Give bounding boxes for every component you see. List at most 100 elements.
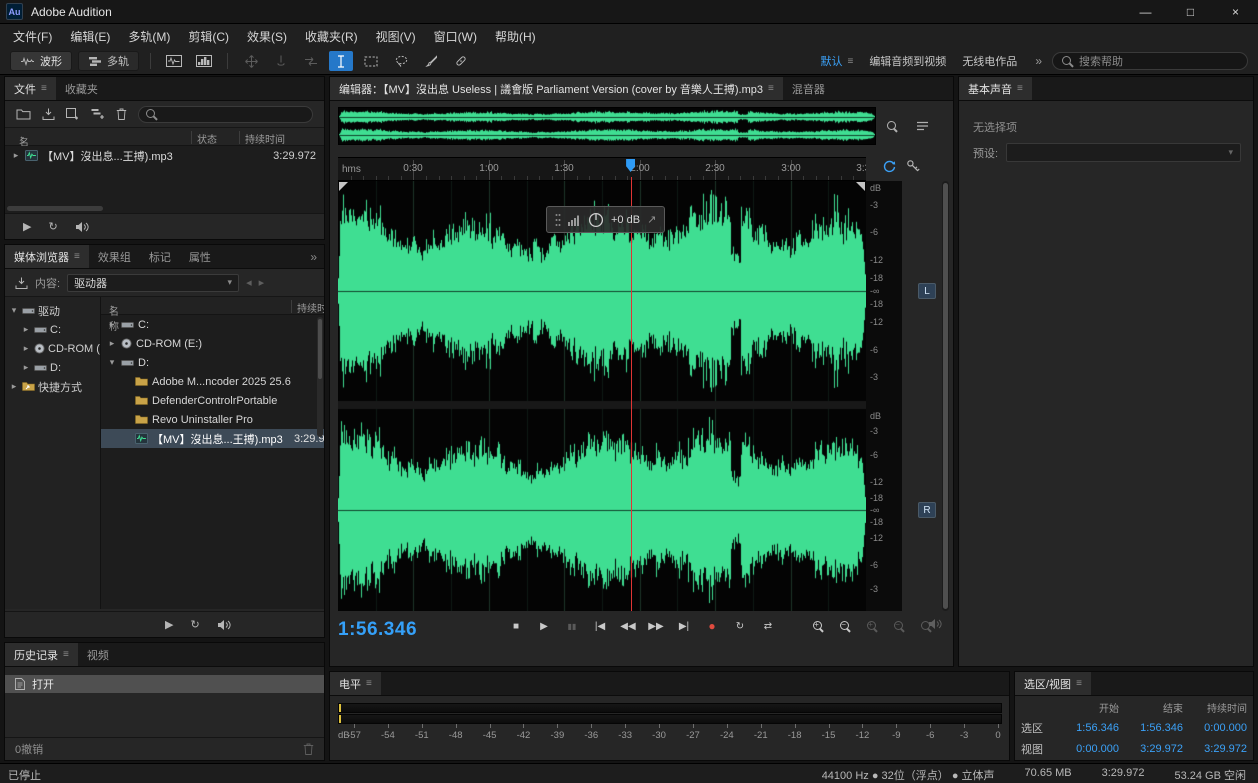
workspace-overflow-icon[interactable]: » (1029, 54, 1048, 68)
column-duration[interactable]: 持续时间 (297, 300, 324, 315)
collapse-icon[interactable]: ▸ (11, 150, 21, 161)
loop-playback-button[interactable]: ↻ (730, 617, 750, 635)
column-status[interactable]: 状态 (197, 131, 217, 146)
minimize-button[interactable]: — (1123, 0, 1168, 23)
tab-levels[interactable]: 电平 ≡ (330, 672, 381, 695)
hud-detach-icon[interactable]: ↗ (647, 213, 656, 226)
time-value[interactable]: 3:29.972 (1183, 743, 1247, 755)
preview-loop-button[interactable]: ↻ (48, 220, 57, 233)
workspace-tab[interactable]: 默认≡ (812, 53, 861, 69)
zoom-out-point-button[interactable]: − (889, 617, 909, 635)
menu-item[interactable]: 效果(S) (238, 25, 296, 48)
auto-play-speaker-icon[interactable] (75, 219, 90, 235)
insert-into-multitrack-icon[interactable] (91, 106, 105, 122)
preview-loop-button[interactable]: ↻ (190, 618, 199, 631)
spot-healing-brush-tool[interactable] (449, 51, 473, 71)
time-value[interactable]: 1:56.346 (1055, 722, 1119, 734)
fast-forward-button[interactable]: ▶▶ (646, 617, 666, 635)
hud-gain-value[interactable]: +0 dB (611, 214, 640, 226)
tab-mixer[interactable]: 混音器 (783, 77, 834, 100)
time-value[interactable]: 0:00.000 (1183, 722, 1247, 734)
preview-play-button[interactable]: ▶ (165, 618, 173, 631)
column-duration[interactable]: 持续时间 (245, 131, 285, 146)
expander-icon[interactable]: ▸ (107, 319, 117, 330)
media-row[interactable]: Adobe M...ncoder 2025 25.6 (101, 372, 324, 391)
vertical-zoom-scrollbar[interactable] (942, 181, 949, 611)
media-tree-item[interactable]: ▸CD-ROM (E:) (5, 339, 100, 358)
multitrack-editor-button[interactable]: 多轨 (78, 51, 139, 71)
open-file-icon[interactable] (16, 106, 31, 122)
expander-icon[interactable]: ▸ (107, 338, 117, 349)
horizontal-scrollbar[interactable] (7, 206, 103, 211)
close-button[interactable]: × (1213, 0, 1258, 23)
preview-play-button[interactable]: ▶ (23, 220, 31, 233)
razor-tool[interactable] (269, 51, 293, 71)
time-value[interactable]: 3:29.972 (1119, 743, 1183, 755)
tab-媒体浏览器[interactable]: 媒体浏览器≡ (5, 245, 89, 268)
menu-item[interactable]: 多轨(M) (119, 25, 179, 48)
history-item[interactable]: 打开 (5, 675, 324, 693)
rewind-button[interactable]: ◀◀ (618, 617, 638, 635)
skip-to-end-button[interactable]: ▶| (674, 617, 694, 635)
auto-play-speaker-icon[interactable] (217, 617, 232, 633)
forward-icon[interactable]: ▸ (259, 275, 265, 291)
time-value[interactable]: 0:00.000 (1055, 743, 1119, 755)
media-tree-item[interactable]: ▸C: (5, 320, 100, 339)
media-row[interactable]: ▸C: (101, 315, 324, 334)
channel-badge-l[interactable]: L (918, 283, 936, 299)
expander-icon[interactable]: ▸ (21, 343, 31, 354)
file-row[interactable]: ▸【MV】沒出息...王搏).mp33:29.972 (5, 146, 324, 165)
panel-menu-icon[interactable]: ≡ (63, 649, 69, 660)
back-icon[interactable]: ◂ (246, 275, 252, 291)
monitor-speaker-icon[interactable] (928, 618, 943, 630)
expander-icon[interactable]: ▾ (107, 357, 117, 368)
menu-item[interactable]: 编辑(E) (61, 25, 119, 48)
workspace-tab[interactable]: 无线电作品 (954, 53, 1025, 69)
expander-icon[interactable]: ▾ (9, 305, 19, 316)
content-select[interactable]: 驱动器 ▾ (67, 274, 239, 292)
panel-menu-icon[interactable]: ≡ (1017, 83, 1023, 94)
media-tree-item[interactable]: ▸D: (5, 358, 100, 377)
menu-item[interactable]: 窗口(W) (425, 25, 486, 48)
maximize-button[interactable]: □ (1168, 0, 1213, 23)
media-tree-item[interactable]: ▸快捷方式 (5, 377, 100, 396)
channel-badge-r[interactable]: R (918, 502, 936, 518)
zoom-in-point-button[interactable]: + (862, 617, 882, 635)
playhead-time-display[interactable]: 1:56.346 (338, 619, 417, 641)
record-button[interactable]: ● (702, 617, 722, 635)
media-row[interactable]: 【MV】沒出息...王搏).mp33:29.972 (101, 429, 324, 448)
panel-menu-icon[interactable]: ≡ (41, 83, 47, 94)
waveform-display[interactable] (338, 181, 866, 611)
menu-item[interactable]: 视图(V) (367, 25, 425, 48)
menu-item[interactable]: 文件(F) (4, 25, 61, 48)
key-icon[interactable] (903, 157, 923, 175)
range-zoom-icon[interactable] (882, 117, 902, 135)
stop-button[interactable]: ■ (506, 617, 526, 635)
tab-效果组[interactable]: 效果组 (89, 245, 140, 268)
show-waveform-toggle[interactable] (162, 51, 186, 71)
tab-标记[interactable]: 标记 (140, 245, 180, 268)
media-row[interactable]: ▾D: (101, 353, 324, 372)
tab-文件[interactable]: 文件≡ (5, 77, 56, 100)
menu-item[interactable]: 剪辑(C) (179, 25, 238, 48)
workspace-tab[interactable]: 编辑音频到视频 (861, 53, 954, 69)
tab-essential-sound[interactable]: 基本声音 ≡ (959, 77, 1032, 100)
pause-button[interactable]: ▮▮ (562, 617, 582, 635)
tab-selection-view[interactable]: 选区/视图 ≡ (1015, 672, 1091, 695)
slip-tool[interactable] (299, 51, 323, 71)
menu-item[interactable]: 帮助(H) (486, 25, 545, 48)
panel-menu-icon[interactable]: ≡ (366, 678, 372, 689)
expander-icon[interactable]: ▸ (21, 362, 31, 373)
trash-icon[interactable] (116, 106, 127, 122)
media-tree-item[interactable]: ▾驱动 (5, 301, 100, 320)
expander-icon[interactable]: ▸ (21, 324, 31, 335)
amplitude-ruler[interactable]: dB-3-3-6-6-12-12-18-18-∞dB-3-3-6-6-12-12… (866, 181, 902, 611)
skip-selection-button[interactable]: ⇄ (758, 617, 778, 635)
tab-视频[interactable]: 视频 (78, 643, 118, 666)
tab-overflow-icon[interactable]: » (303, 245, 324, 268)
timeline-ruler[interactable]: hms 0:301:001:302:002:303:003:30 (338, 157, 866, 181)
import-file-icon[interactable] (42, 106, 55, 122)
menu-item[interactable]: 收藏夹(R) (296, 25, 367, 48)
play-button[interactable]: ▶ (534, 617, 554, 635)
media-row[interactable]: DefenderControlrPortable (101, 391, 324, 410)
